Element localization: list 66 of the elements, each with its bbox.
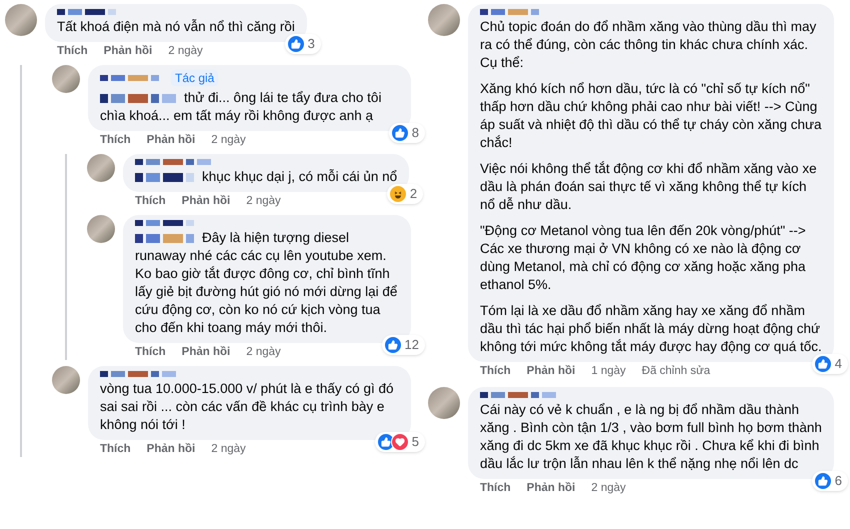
avatar[interactable] — [52, 366, 80, 394]
reaction-count: 12 — [404, 336, 420, 354]
action-link[interactable]: Phản hồi — [526, 364, 576, 379]
comment-text: Chủ topic đoán do đổ nhầm xăng vào thùng dầu thì may ra có thể đúng, còn các thông tin khác chưa chính xác. Cụ thể: — [480, 18, 818, 72]
avatar[interactable] — [87, 215, 115, 243]
avatar[interactable] — [428, 4, 460, 36]
action-link[interactable]: Phản hồi — [182, 194, 230, 209]
like-icon — [814, 472, 832, 490]
action-link[interactable]: Thích — [480, 364, 511, 379]
comment-text: khục khục dại j, có mỗi cái ủn nổ — [135, 168, 398, 186]
reaction-badge[interactable]: 6 — [812, 471, 848, 491]
reaction-badge[interactable]: 3 — [284, 34, 321, 54]
action-link[interactable]: Thích — [100, 442, 131, 457]
reaction-count: 5 — [412, 433, 420, 451]
timestamp[interactable]: 2 ngày — [211, 133, 246, 148]
comment-text: Tất khoá điện mà nó vẫn nổ thì căng rồi — [57, 18, 295, 36]
reaction-badge[interactable]: 5 — [374, 432, 425, 452]
action-link[interactable]: Thích — [100, 133, 131, 148]
action-link[interactable]: Thích — [135, 194, 166, 209]
reaction-badge[interactable]: 12 — [382, 335, 425, 355]
action-link[interactable]: Phản hồi — [526, 481, 576, 496]
action-link[interactable]: Thích — [480, 481, 511, 496]
reaction-count: 2 — [410, 185, 418, 203]
edited-label: Đã chỉnh sửa — [642, 364, 710, 379]
timestamp[interactable]: 2 ngày — [211, 442, 246, 457]
timestamp[interactable]: 1 ngày — [591, 364, 626, 379]
blurred-name — [480, 9, 539, 15]
blurred-name — [57, 9, 116, 15]
comment-text: thử đi... ông lái te tẩy đưa cho tôi chìa khoá... em tất máy rồi không được anh ạ — [100, 89, 382, 125]
like-icon — [376, 433, 395, 451]
action-link[interactable]: Thích — [57, 44, 88, 59]
reaction-count: 4 — [834, 355, 843, 373]
reaction-count: 3 — [308, 35, 316, 53]
avatar[interactable] — [87, 154, 115, 182]
timestamp[interactable]: 2 ngày — [246, 345, 281, 360]
comment-text: Đây là hiện tượng diesel runaway nhé các các cụ lên youtube xem. Ko bao giờ tắt được đông cơ, chỉ bình tĩnh lấy giẻ bịt đường hút gió nó mới dừng lại để cứu động cơ, còn ko nó cứ kịch vòng tua cho đến khi toang máy mới thôi. — [135, 229, 398, 337]
avatar[interactable] — [52, 65, 80, 93]
timestamp[interactable]: 2 ngày — [591, 481, 626, 496]
reaction-badge[interactable]: 4 — [812, 354, 848, 374]
timestamp[interactable]: 2 ngày — [246, 194, 281, 209]
action-link[interactable]: Thích — [135, 345, 166, 360]
comment-text: vòng tua 10.000-15.000 v/ phút là e thấy có gì đó sai sai rồi ... còn các vấn đề khác cụ trình bày e không nói tới ! — [100, 380, 394, 434]
like-icon — [814, 355, 832, 373]
action-link[interactable]: Phản hồi — [104, 44, 152, 59]
reaction-badge[interactable]: 8 — [388, 123, 425, 143]
timestamp[interactable]: 2 ngày — [168, 44, 203, 59]
like-icon — [390, 124, 409, 142]
action-link[interactable]: Phản hồi — [146, 442, 196, 457]
action-link[interactable]: Phản hồi — [146, 133, 196, 148]
comment-text: Xăng khó kích nổ hơn dầu, tức là có "chỉ số tự kích nổ" thấp hơn dầu chứ không phải cao như bài viết! --> Cùng áp suất và nhiệt độ thì dầu có thể tự cháy còn xăng chưa chắc! — [480, 80, 822, 152]
comment-text: "Động cơ Metanol vòng tua lên đến 20k vòng/phút" --> Các xe thương mại ở VN không có xe nào là động cơ dùng Metanol, mà chỉ có động cơ xăng hoặc xăng pha ethanol 5%. — [480, 222, 807, 294]
comment-text: Cái này có vẻ k chuẩn , e là ng bị đổ nhầm dầu thành xăng . Bình còn tận 1/3 , vào bơm full bình họ bơm thành xăng đi dc 5km xe đã khục khục rồi . Chưa kể khi đi bình dầu lắc lư trộn lẫn nhau lên k thể nặng nhẹ nổi lên dc — [480, 401, 822, 473]
avatar[interactable] — [5, 4, 37, 36]
comment-text: Việc nói không thể tắt động cơ khi đổ nhầm xăng vào xe dầu là phán đoán sai thực tế vì xăng không thể tự kích nổ dễ như dầu. — [480, 160, 818, 214]
reaction-badge[interactable]: 2 — [386, 184, 424, 204]
like-icon — [384, 336, 402, 354]
like-icon — [286, 35, 305, 53]
author-badge: Tác giả — [171, 70, 218, 86]
blurred-name — [135, 220, 194, 226]
action-link[interactable]: Phản hồi — [182, 345, 230, 360]
reaction-count: 8 — [412, 124, 420, 142]
laughing-face-icon — [388, 185, 407, 203]
blurred-name — [100, 75, 159, 81]
comment-text: Tóm lại là xe dầu đổ nhầm xăng hay xe xăng đổ nhầm dầu thì tác hại phổ biến nhất là máy dừng hoạt động chứ không tới mức không tắt máy được hay động cơ quá tốc. — [480, 302, 822, 356]
avatar[interactable] — [428, 387, 460, 419]
reaction-count: 6 — [834, 472, 843, 490]
